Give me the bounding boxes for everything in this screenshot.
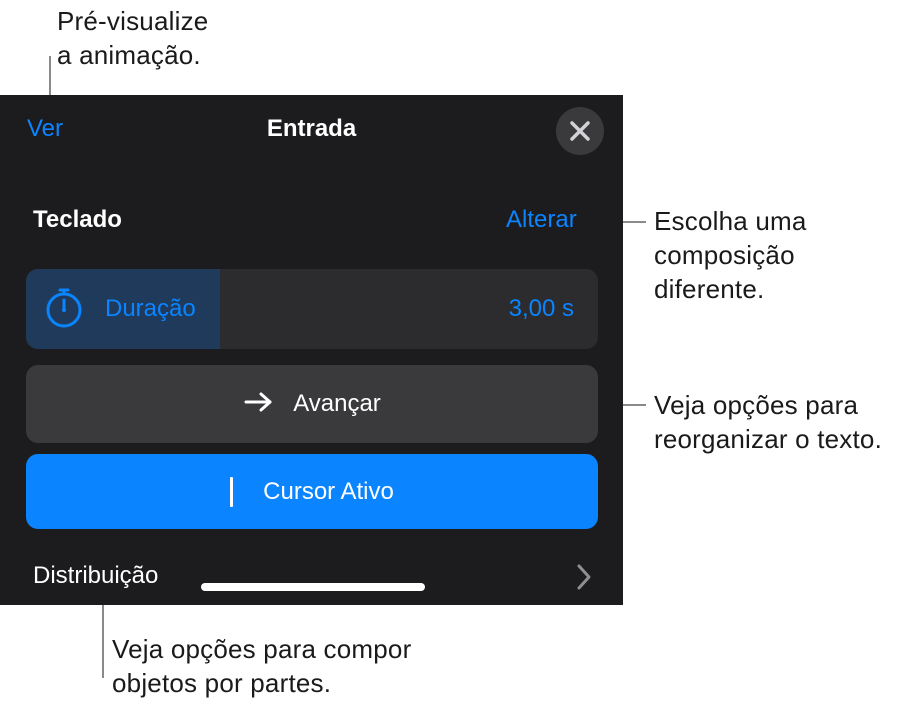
callout-preview: Pré-visualize a animação. [57, 6, 209, 70]
callout-change: Escolha uma composição diferente. [654, 206, 807, 304]
arrow-right-icon [243, 390, 275, 419]
panel-title: Entrada [266, 115, 357, 142]
close-icon [570, 121, 590, 141]
callout-delivery-leader [102, 593, 104, 678]
active-cursor-label: Cursor Ativo [263, 477, 394, 505]
effect-name: Teclado [33, 206, 122, 233]
duration-value: 3,00 s [508, 295, 574, 322]
close-button[interactable] [556, 107, 604, 155]
home-indicator[interactable] [201, 583, 425, 591]
text-cursor-icon [230, 476, 234, 507]
change-effect-button[interactable]: Alterar [506, 205, 577, 235]
advance-label: Avançar [293, 390, 381, 417]
duration-slider[interactable]: Duração 3,00 s [26, 269, 598, 349]
callout-delivery: Veja opções para compor objetos por part… [112, 634, 412, 698]
callout-advance: Veja opções para reorganizar o texto. [654, 390, 883, 454]
chevron-right-icon [574, 563, 594, 596]
stopwatch-icon [42, 286, 86, 335]
active-cursor-button[interactable]: Cursor Ativo [26, 454, 598, 529]
advance-button[interactable]: Avançar [26, 365, 598, 443]
preview-button[interactable]: Ver [27, 114, 63, 144]
delivery-label: Distribuição [33, 562, 159, 589]
duration-label: Duração [105, 295, 196, 322]
